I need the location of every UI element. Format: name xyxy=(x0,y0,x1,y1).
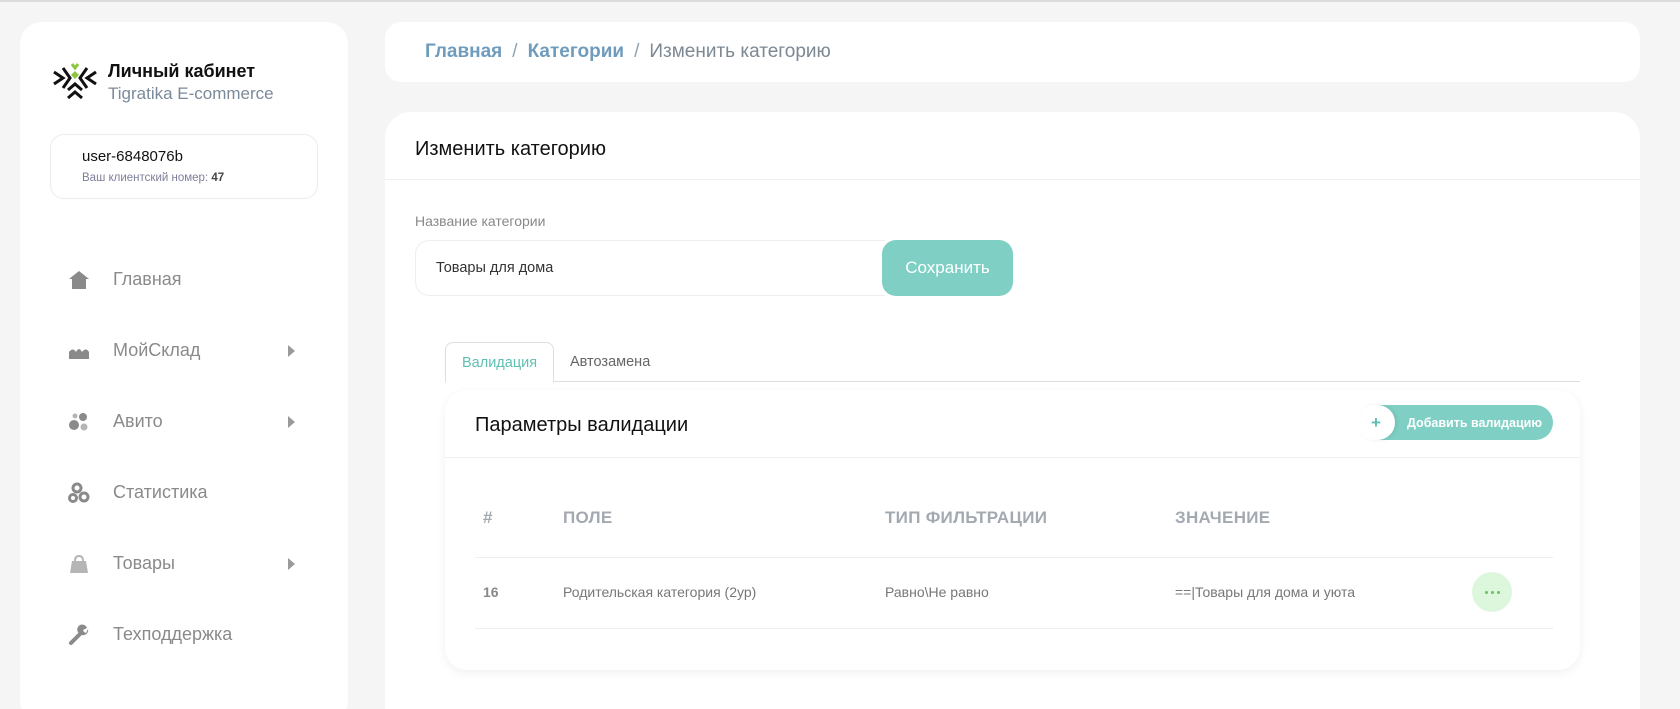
bag-icon xyxy=(68,553,90,575)
warehouse-icon xyxy=(68,340,90,362)
tab-bar: Валидация Автозамена xyxy=(445,342,1580,383)
wrench-icon xyxy=(68,624,90,646)
sidebar-item-support[interactable]: Техподдержка xyxy=(20,599,348,670)
breadcrumb-home-link[interactable]: Главная xyxy=(425,41,502,63)
more-dots-icon xyxy=(1483,590,1501,594)
gears-icon xyxy=(68,482,90,504)
sidebar-item-moysklad[interactable]: МойСклад xyxy=(20,315,348,386)
row-field: Родительская категория (2ур) xyxy=(563,584,757,600)
plus-icon: + xyxy=(1357,405,1395,440)
add-validation-label: Добавить валидацию xyxy=(1407,415,1543,430)
sidebar-nav: Главная МойСклад Авито Статистика Товары… xyxy=(20,244,348,670)
user-name: user-6848076b xyxy=(82,148,183,165)
breadcrumb-separator: / xyxy=(512,41,518,62)
sidebar-item-label: Техподдержка xyxy=(113,624,233,644)
column-header-field: ПОЛЕ xyxy=(563,508,613,527)
row-value: ==|Товары для дома и уюта xyxy=(1175,584,1356,600)
brand-title: Личный кабинет xyxy=(108,61,256,81)
sidebar-item-home[interactable]: Главная xyxy=(20,244,348,315)
sidebar-item-label: Главная xyxy=(113,269,182,289)
sidebar-item-label: Авито xyxy=(113,411,163,431)
chevron-right-icon[interactable] xyxy=(288,557,295,570)
sidebar-item-avito[interactable]: Авито xyxy=(20,386,348,457)
category-name-input[interactable] xyxy=(415,240,885,296)
brand[interactable]: Личный кабинет Tigratika E-commerce xyxy=(52,60,274,106)
page-title: Изменить категорию xyxy=(385,112,1640,180)
sidebar-item-products[interactable]: Товары xyxy=(20,528,348,599)
table-divider xyxy=(475,628,1553,629)
save-button[interactable]: Сохранить xyxy=(882,240,1013,296)
chevron-right-icon[interactable] xyxy=(288,415,295,428)
breadcrumb-categories-link[interactable]: Категории xyxy=(528,41,625,63)
sidebar-item-label: МойСклад xyxy=(113,340,201,360)
sidebar: Личный кабинет Tigratika E-commerce user… xyxy=(20,22,348,709)
circles-icon xyxy=(68,411,90,433)
home-icon xyxy=(68,269,90,291)
tab-validation[interactable]: Валидация xyxy=(445,342,555,383)
sidebar-item-label: Статистика xyxy=(113,482,208,502)
row-id: 16 xyxy=(483,584,499,600)
client-number-value: 47 xyxy=(211,172,225,184)
validation-header: Параметры валидации + Добавить валидацию xyxy=(445,390,1580,458)
validation-title: Параметры валидации xyxy=(475,414,689,436)
row-actions-button[interactable] xyxy=(1472,572,1512,612)
breadcrumb-separator: / xyxy=(634,41,640,62)
sidebar-item-label: Товары xyxy=(113,553,175,573)
breadcrumb: Главная / Категории / Изменить категорию xyxy=(385,22,1640,82)
client-number-label: Ваш клиентский номер: xyxy=(82,172,209,184)
column-header-value: ЗНАЧЕНИЕ xyxy=(1175,508,1271,527)
user-card[interactable]: user-6848076b Ваш клиентский номер: 47 xyxy=(50,134,318,199)
tiger-logo-icon xyxy=(53,63,97,100)
table-divider xyxy=(475,557,1553,558)
edit-category-card: Изменить категорию Название категории Со… xyxy=(385,112,1640,709)
sidebar-item-statistics[interactable]: Статистика xyxy=(20,457,348,528)
category-name-label: Название категории xyxy=(415,213,546,229)
tab-autoreplace[interactable]: Автозамена xyxy=(554,342,666,383)
brand-subtitle: Tigratika E-commerce xyxy=(108,84,274,103)
row-filter: Равно\Не равно xyxy=(885,584,989,600)
validation-card: Параметры валидации + Добавить валидацию… xyxy=(445,390,1580,670)
client-number: Ваш клиентский номер: 47 xyxy=(82,172,317,184)
chevron-right-icon[interactable] xyxy=(288,344,295,357)
column-header-filter: ТИП ФИЛЬТРАЦИИ xyxy=(885,508,1048,527)
column-header-num: # xyxy=(483,508,493,527)
add-validation-button[interactable]: + Добавить валидацию xyxy=(1357,405,1553,440)
breadcrumb-current: Изменить категорию xyxy=(649,41,831,62)
